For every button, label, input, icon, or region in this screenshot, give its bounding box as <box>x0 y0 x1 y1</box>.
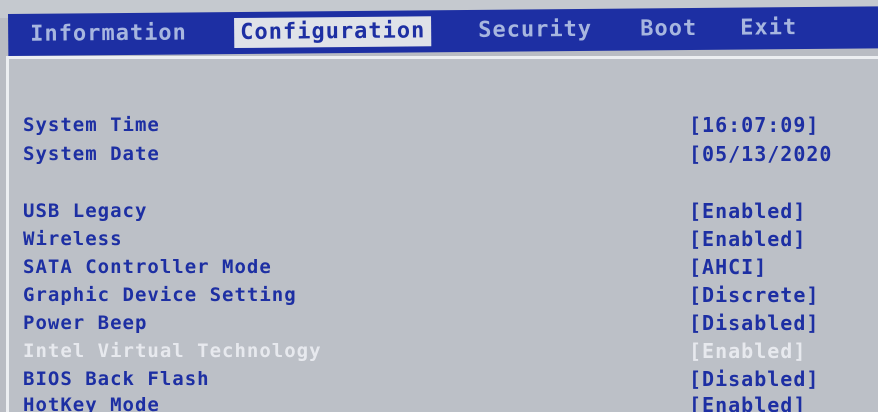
tab-configuration[interactable]: Configuration <box>234 16 432 49</box>
setting-label: BIOS Back Flash <box>23 368 210 390</box>
setting-value[interactable]: [Disabled] <box>689 367 819 391</box>
setting-value[interactable]: [Discrete] <box>689 283 819 307</box>
setting-label: Intel Virtual Technology <box>23 340 322 362</box>
setting-row-intel-virtual-technology: Intel Virtual Technology [Enabled] <box>9 339 878 363</box>
setting-row-graphic-device-setting[interactable]: Graphic Device Setting [Discrete] <box>9 283 878 307</box>
setting-row-power-beep[interactable]: Power Beep [Disabled] <box>9 311 878 335</box>
setting-label: Wireless <box>23 228 123 250</box>
tab-exit[interactable]: Exit <box>740 13 797 43</box>
setting-label: USB Legacy <box>23 200 148 222</box>
setting-value: [Enabled] <box>689 339 807 363</box>
setting-row-bios-back-flash[interactable]: BIOS Back Flash [Disabled] <box>9 367 878 391</box>
setting-value[interactable]: [Enabled] <box>689 227 806 251</box>
tab-boot[interactable]: Boot <box>640 14 697 44</box>
setting-row-hotkey-mode[interactable]: HotKey Mode [Enabled] <box>9 393 878 412</box>
setting-label: SATA Controller Mode <box>23 256 272 278</box>
tab-information[interactable]: Information <box>30 18 187 49</box>
settings-panel: System Time [16:07:09] System Date [05/1… <box>6 56 878 412</box>
setting-row-system-time[interactable]: System Time [16:07:09] <box>9 113 878 137</box>
setting-row-system-date[interactable]: System Date [05/13/2020 <box>9 142 878 166</box>
setting-value[interactable]: [Enabled] <box>689 199 806 223</box>
setting-label: System Date <box>23 143 160 165</box>
setting-label: Graphic Device Setting <box>23 284 297 306</box>
setting-label: System Time <box>23 114 160 136</box>
setting-label: Power Beep <box>23 312 148 334</box>
setting-row-usb-legacy[interactable]: USB Legacy [Enabled] <box>9 199 878 223</box>
setting-row-sata-controller-mode[interactable]: SATA Controller Mode [AHCI] <box>9 255 878 279</box>
setting-row-wireless[interactable]: Wireless [Enabled] <box>9 227 878 251</box>
setting-value[interactable]: [AHCI] <box>689 255 767 279</box>
setting-value[interactable]: [05/13/2020 <box>689 142 832 166</box>
tab-security[interactable]: Security <box>478 15 592 46</box>
setting-value[interactable]: [Enabled] <box>689 393 806 412</box>
setting-value[interactable]: [Disabled] <box>689 311 819 335</box>
setting-label: HotKey Mode <box>23 394 160 412</box>
setting-value[interactable]: [16:07:09] <box>689 113 819 137</box>
menu-bar: Information Configuration Security Boot … <box>8 6 878 56</box>
